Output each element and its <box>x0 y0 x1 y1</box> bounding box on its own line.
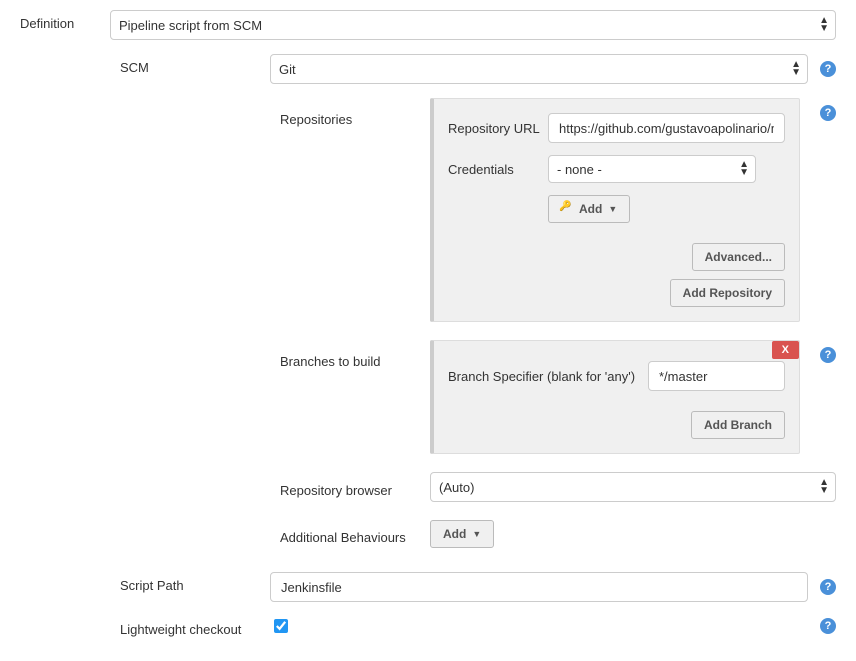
caret-down-icon: ▼ <box>608 204 617 214</box>
branch-specifier-label: Branch Specifier (blank for 'any') <box>448 369 648 384</box>
add-behaviour-button[interactable]: Add ▼ <box>430 520 494 548</box>
repositories-panel: Repository URL Credentials - none - ▲▼ A… <box>430 98 800 322</box>
repo-browser-label: Repository browser <box>280 477 420 498</box>
help-icon[interactable]: ? <box>820 347 836 363</box>
definition-value: Pipeline script from SCM <box>119 18 262 33</box>
definition-select[interactable]: Pipeline script from SCM ▲▼ <box>110 10 836 40</box>
credentials-label: Credentials <box>448 162 548 177</box>
advanced-button[interactable]: Advanced... <box>692 243 785 271</box>
add-credentials-button[interactable]: Add ▼ <box>548 195 630 223</box>
repo-url-label: Repository URL <box>448 121 548 136</box>
key-icon <box>561 203 573 215</box>
repositories-label: Repositories <box>280 98 420 127</box>
help-icon[interactable]: ? <box>820 61 836 77</box>
remove-branch-button[interactable]: X <box>772 341 799 359</box>
scm-select[interactable]: Git ▲▼ <box>270 54 808 84</box>
help-icon[interactable]: ? <box>820 618 836 634</box>
repo-url-input-wrap <box>548 113 785 143</box>
add-behaviour-label: Add <box>443 527 466 541</box>
add-branch-button[interactable]: Add Branch <box>691 411 785 439</box>
help-icon[interactable]: ? <box>820 105 836 121</box>
scm-label: SCM <box>120 54 270 75</box>
branch-specifier-wrap <box>648 361 785 391</box>
credentials-value: - none - <box>557 162 602 177</box>
lightweight-checkbox[interactable] <box>274 619 288 633</box>
caret-updown-icon: ▲▼ <box>739 161 749 177</box>
repo-url-input[interactable] <box>557 120 776 137</box>
branches-label: Branches to build <box>280 340 420 369</box>
script-path-wrap <box>270 572 808 602</box>
add-repository-button[interactable]: Add Repository <box>670 279 785 307</box>
credentials-select[interactable]: - none - ▲▼ <box>548 155 756 183</box>
caret-down-icon: ▼ <box>472 529 481 539</box>
lightweight-label: Lightweight checkout <box>120 616 270 637</box>
caret-updown-icon: ▲▼ <box>791 61 801 77</box>
branches-panel: X Branch Specifier (blank for 'any') Add… <box>430 340 800 454</box>
repo-browser-select[interactable]: (Auto) ▲▼ <box>430 472 836 502</box>
caret-updown-icon: ▲▼ <box>819 479 829 495</box>
caret-updown-icon: ▲▼ <box>819 17 829 33</box>
add-cred-label: Add <box>579 202 602 216</box>
behaviours-label: Additional Behaviours <box>280 524 420 545</box>
branch-specifier-input[interactable] <box>657 368 776 385</box>
scm-value: Git <box>279 62 296 77</box>
definition-label: Definition <box>20 10 110 31</box>
repo-browser-value: (Auto) <box>439 480 474 495</box>
script-path-label: Script Path <box>120 572 270 593</box>
